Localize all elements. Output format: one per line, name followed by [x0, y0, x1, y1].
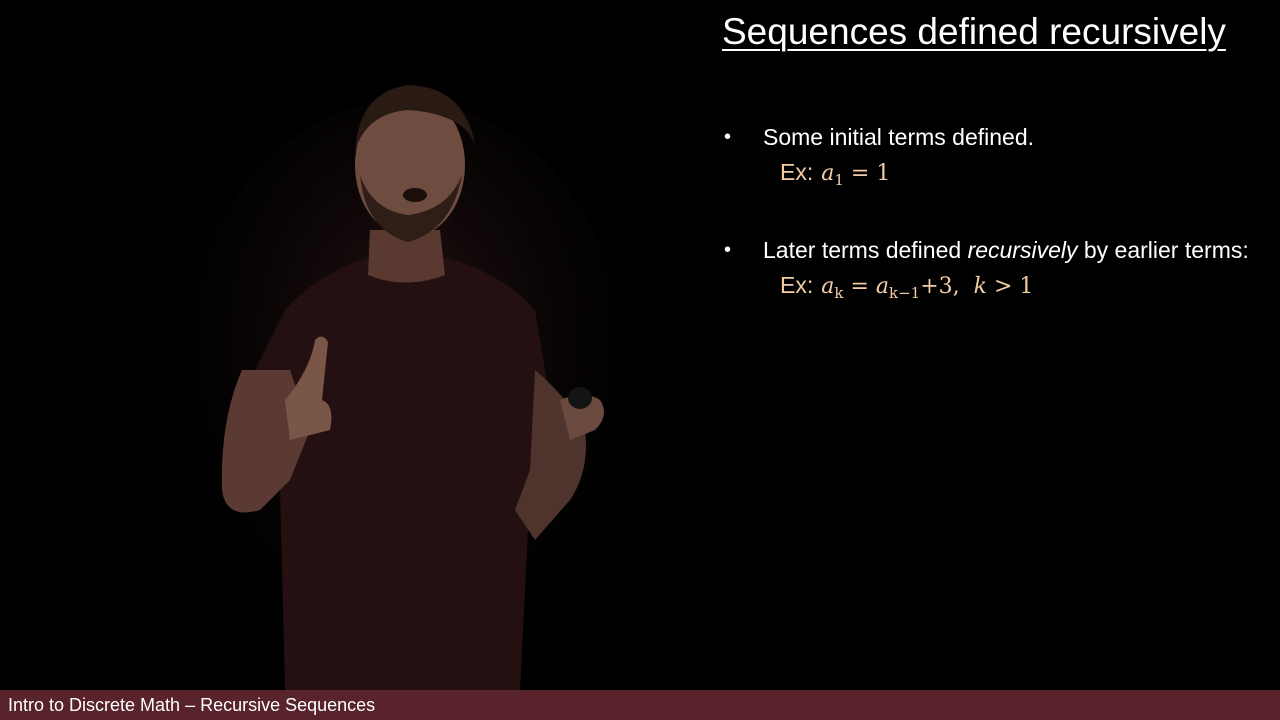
bullet-text-emphasis: recursively [967, 237, 1078, 263]
bullet-item-recursive-terms: • Later terms defined recursively by ear… [724, 233, 1264, 311]
example-label: Ex: [780, 159, 814, 185]
math-subscript: k−1 [889, 284, 921, 302]
math-var-a: a [821, 274, 835, 299]
math-subscript: 1 [834, 171, 844, 189]
bullet-marker: • [724, 126, 732, 148]
slide-title: Sequences defined recursively [722, 11, 1226, 52]
math-equals: = [843, 274, 876, 299]
math-rest: = 1 [843, 161, 891, 186]
example-label: Ex: [780, 272, 814, 298]
example-formula: Ex: ak = ak−1+3, k > 1 [763, 267, 1264, 311]
math-var-k: k [973, 274, 987, 299]
bullet-text: Some initial terms defined. [763, 124, 1035, 150]
bullet-marker: • [724, 239, 732, 261]
math-expression: a1 = 1 [821, 161, 891, 189]
math-var-a: a [821, 161, 835, 186]
math-expression: ak = ak−1+3, k > 1 [821, 274, 1034, 302]
bullet-text-before: Later terms defined [763, 237, 968, 263]
math-var-a: a [875, 274, 889, 299]
bullet-list: • Some initial terms defined. Ex: a1 = 1 … [724, 120, 1264, 311]
example-formula: Ex: a1 = 1 [763, 154, 1264, 198]
math-condition: > 1 [986, 274, 1034, 299]
bullet-item-initial-terms: • Some initial terms defined. Ex: a1 = 1 [724, 120, 1264, 198]
presenter-video [190, 85, 635, 690]
footer-bar: Intro to Discrete Math – Recursive Seque… [0, 690, 1280, 720]
lecture-slide: Sequences defined recursively • Some ini… [0, 0, 1280, 720]
math-plus-three: +3, [920, 274, 960, 299]
bullet-text-after: by earlier terms: [1077, 237, 1249, 263]
footer-course-title: Intro to Discrete Math – Recursive Seque… [8, 695, 376, 715]
